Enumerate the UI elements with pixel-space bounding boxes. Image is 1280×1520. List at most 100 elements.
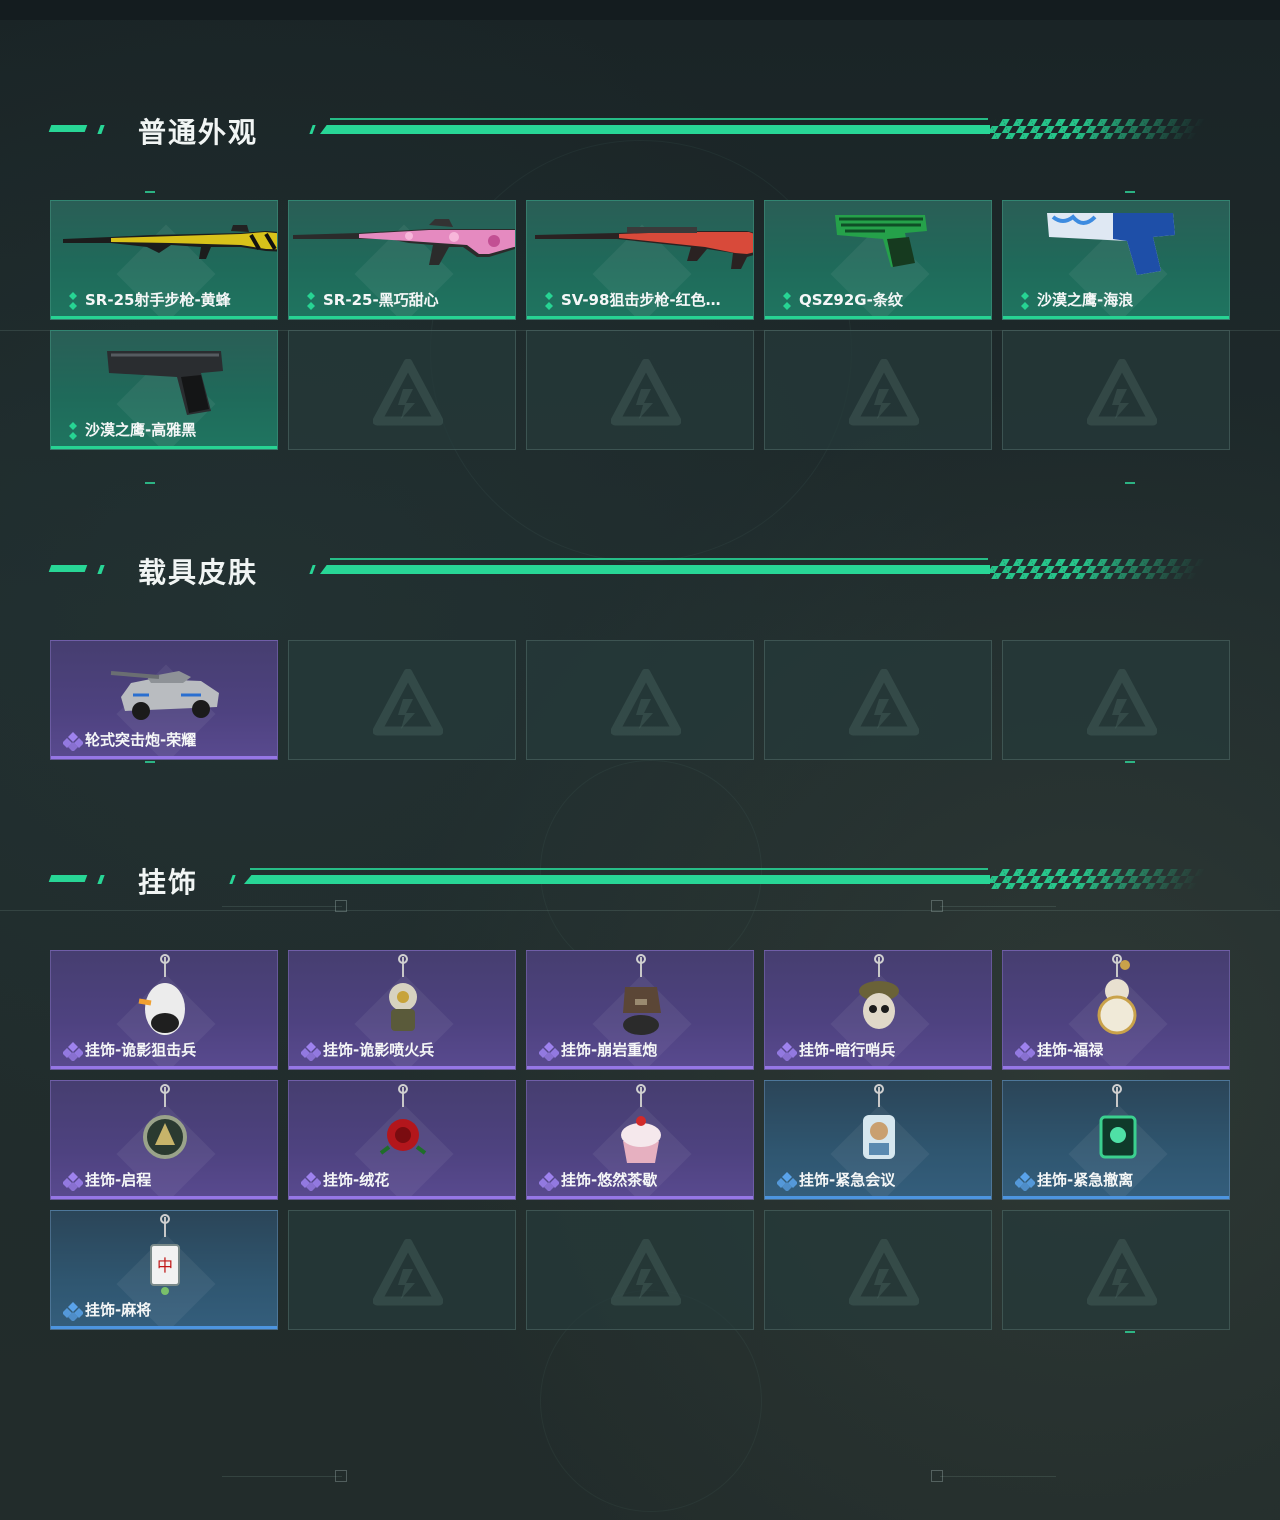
background-line [0,910,1280,911]
quality-diamond-icon [62,1041,84,1062]
rarity-bar [1003,316,1229,319]
item-label: 挂饰-诡影狙击兵 [85,1041,197,1059]
item-label: 沙漠之鹰-高雅黑 [85,421,197,439]
background-line [222,906,342,907]
header-checker-pattern [984,559,1206,579]
empty-slot [526,330,754,450]
sniper-red-icon [527,201,753,296]
quality-diamond-icon [62,1301,84,1322]
rarity-bar [51,1326,277,1329]
item-label: 挂饰-紧急会议 [799,1171,896,1189]
empty-slot [288,1210,516,1330]
item-label: SR-25-黑巧甜心 [323,291,439,309]
item-card[interactable]: 挂饰-福禄 [1002,950,1230,1070]
header-checker-pattern [984,119,1206,139]
rarity-bar [527,1066,753,1069]
empty-slot [764,330,992,450]
section-title: 挂饰 [138,866,199,899]
quality-diamond-icon [538,1041,560,1062]
pistol-blue-icon [1003,201,1229,296]
quality-diamond-icon [62,1171,84,1192]
item-label: 挂饰-紧急撤离 [1037,1171,1134,1189]
rarity-bar [765,1066,991,1069]
item-card[interactable]: 挂饰-紧急撤离 [1002,1080,1230,1200]
quality-diamond-icon [300,1171,322,1192]
item-card[interactable]: 挂饰-启程 [50,1080,278,1200]
item-card[interactable]: 沙漠之鹰-高雅黑 [50,330,278,450]
frame-tick [145,191,155,193]
item-label: 挂饰-悠然茶歇 [561,1171,658,1189]
rarity-bar [527,316,753,319]
rarity-bar [527,1196,753,1199]
section-header-charms: 挂饰 [0,860,1280,900]
logo-watermark-icon [372,668,444,739]
quality-diamond-icon [1014,1041,1036,1062]
charm-skull-card-icon [1003,1081,1229,1176]
item-card[interactable]: 中挂饰-麻将 [50,1210,278,1330]
item-card[interactable]: 挂饰-悠然茶歇 [526,1080,754,1200]
frame-tick [1125,761,1135,763]
logo-watermark-icon [848,358,920,429]
rarity-bar [289,1066,515,1069]
item-label: 挂饰-绒花 [323,1171,390,1189]
item-label: 挂饰-福禄 [1037,1041,1104,1059]
header-thin-line [330,118,988,120]
logo-watermark-icon [372,1238,444,1309]
item-card[interactable]: QSZ92G-条纹 [764,200,992,320]
item-card[interactable]: SV-98狙击步枪-红色… [526,200,754,320]
empty-slot [1002,1210,1230,1330]
empty-slot [526,640,754,760]
item-card[interactable]: 沙漠之鹰-海浪 [1002,200,1230,320]
header-bar [320,565,990,574]
rifle-pink-icon [289,201,515,296]
item-card[interactable]: 轮式突击炮-荣耀 [50,640,278,760]
logo-watermark-icon [610,668,682,739]
item-card[interactable]: SR-25射手步枪-黄蜂 [50,200,278,320]
item-card[interactable]: 挂饰-诡影喷火兵 [288,950,516,1070]
empty-slot [764,640,992,760]
rarity-bar [765,316,991,319]
item-label: 轮式突击炮-荣耀 [85,731,197,749]
rarity-bar [765,1196,991,1199]
item-card[interactable]: 挂饰-绒花 [288,1080,516,1200]
frame-tick [1125,482,1135,484]
armored-vehicle-icon [51,641,277,736]
rarity-bar [289,1196,515,1199]
background-marker [335,1470,347,1482]
header-thin-line [250,868,988,870]
item-card[interactable]: 挂饰-崩岩重炮 [526,950,754,1070]
pistol-green-icon [765,201,991,296]
rarity-bar [51,756,277,759]
logo-watermark-icon [1086,358,1158,429]
quality-diamond-icon [777,291,797,311]
item-card[interactable]: SR-25-黑巧甜心 [288,200,516,320]
item-card[interactable]: 挂饰-诡影狙击兵 [50,950,278,1070]
empty-slot [764,1210,992,1330]
logo-watermark-icon [610,1238,682,1309]
item-label: SR-25射手步枪-黄蜂 [85,291,231,309]
pistol-black-icon [51,331,277,426]
frame-tick [1125,1331,1135,1333]
header-dash [229,875,236,884]
header-checker-pattern [984,869,1206,889]
header-dash [309,565,316,574]
quality-diamond-icon [776,1041,798,1062]
item-card[interactable]: 挂饰-暗行哨兵 [764,950,992,1070]
charm-ghost-sniper-icon [51,951,277,1046]
charm-sentinel-icon [765,951,991,1046]
item-label: 挂饰-暗行哨兵 [799,1041,896,1059]
logo-watermark-icon [848,1238,920,1309]
charm-compass-icon [51,1081,277,1176]
quality-diamond-icon [1015,291,1035,311]
background-marker [335,900,347,912]
empty-slot [288,330,516,450]
logo-watermark-icon [610,358,682,429]
item-label: 挂饰-诡影喷火兵 [323,1041,435,1059]
rarity-bar [289,316,515,319]
rarity-bar [51,446,277,449]
quality-diamond-icon [301,291,321,311]
item-label: 挂饰-崩岩重炮 [561,1041,658,1059]
quality-diamond-icon [776,1171,798,1192]
item-card[interactable]: 挂饰-紧急会议 [764,1080,992,1200]
rifle-yellow-icon [51,201,277,296]
